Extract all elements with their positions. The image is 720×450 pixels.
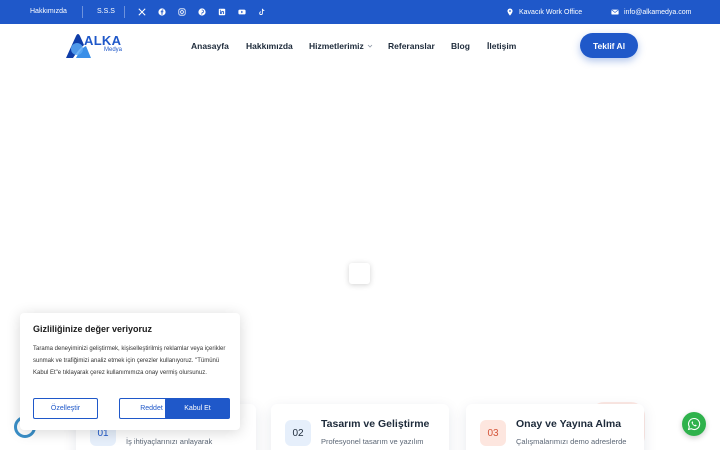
loading-spinner [349, 263, 370, 284]
cookie-title: Gizliliğinize değer veriyoruz [33, 324, 153, 334]
location-text: Kavacık Work Office [519, 8, 583, 16]
pinterest-icon[interactable] [197, 7, 207, 17]
x-icon[interactable] [137, 7, 147, 17]
step-description: İş ihtiyaçlarınızı anlayarak [126, 437, 213, 446]
linkedin-icon[interactable] [217, 7, 227, 17]
facebook-icon[interactable] [157, 7, 167, 17]
nav-about[interactable]: Hakkımızda [246, 41, 293, 51]
step-description: Çalışmalarımızı demo adreslerde [516, 437, 627, 446]
step-number: 02 [285, 420, 311, 446]
process-card-3: 03 Onay ve Yayına Alma Çalışmalarımızı d… [466, 404, 644, 450]
logo-text: ALKA [84, 33, 122, 48]
map-pin-icon [507, 8, 513, 16]
tiktok-icon[interactable] [257, 7, 267, 17]
whatsapp-icon [687, 417, 701, 431]
cookie-consent-banner: Gizliliğinize değer veriyoruz Tarama den… [20, 313, 240, 430]
email-text[interactable]: info@alkamedya.com [624, 9, 691, 16]
topbar-link-about[interactable]: Hakkımızda [30, 8, 67, 15]
customize-button[interactable]: Özelleştir [33, 398, 98, 419]
nav-references[interactable]: Referanslar [388, 41, 435, 51]
step-number: 03 [480, 420, 506, 446]
divider [82, 6, 83, 18]
cookie-text: Tarama deneyiminizi geliştirmek, kişisel… [33, 346, 226, 376]
process-card-2: 02 Tasarım ve Geliştirme Profesyonel tas… [271, 404, 449, 450]
logo-subtitle: Medya [104, 47, 123, 53]
nav-home[interactable]: Anasayfa [191, 41, 229, 51]
nav-contact[interactable]: İletişim [487, 41, 516, 51]
accept-all-button[interactable]: Kabul Et [165, 398, 230, 419]
location-info: Kavacık Work Office [506, 6, 582, 18]
nav-services[interactable]: Hizmetlerimiz [309, 41, 373, 51]
nav-blog[interactable]: Blog [451, 41, 470, 51]
step-title: Onay ve Yayına Alma [516, 418, 622, 430]
mail-icon [611, 9, 619, 15]
step-description: Profesyonel tasarım ve yazılım [321, 437, 424, 446]
step-title: Tasarım ve Geliştirme [321, 418, 430, 430]
divider [124, 6, 125, 18]
top-bar: Hakkımızda S.S.S Kavacık Work Office inf… [0, 0, 720, 24]
email-info[interactable]: info@alkamedya.com [611, 6, 691, 18]
main-header: ALKA Medya Anasayfa Hakkımızda Hizmetler… [0, 24, 720, 68]
youtube-icon[interactable] [237, 7, 247, 17]
whatsapp-button[interactable] [682, 412, 706, 436]
chevron-down-icon [367, 44, 373, 48]
get-quote-button[interactable]: Teklif Al [580, 33, 638, 58]
instagram-icon[interactable] [177, 7, 187, 17]
topbar-link-faq[interactable]: S.S.S [97, 8, 115, 15]
